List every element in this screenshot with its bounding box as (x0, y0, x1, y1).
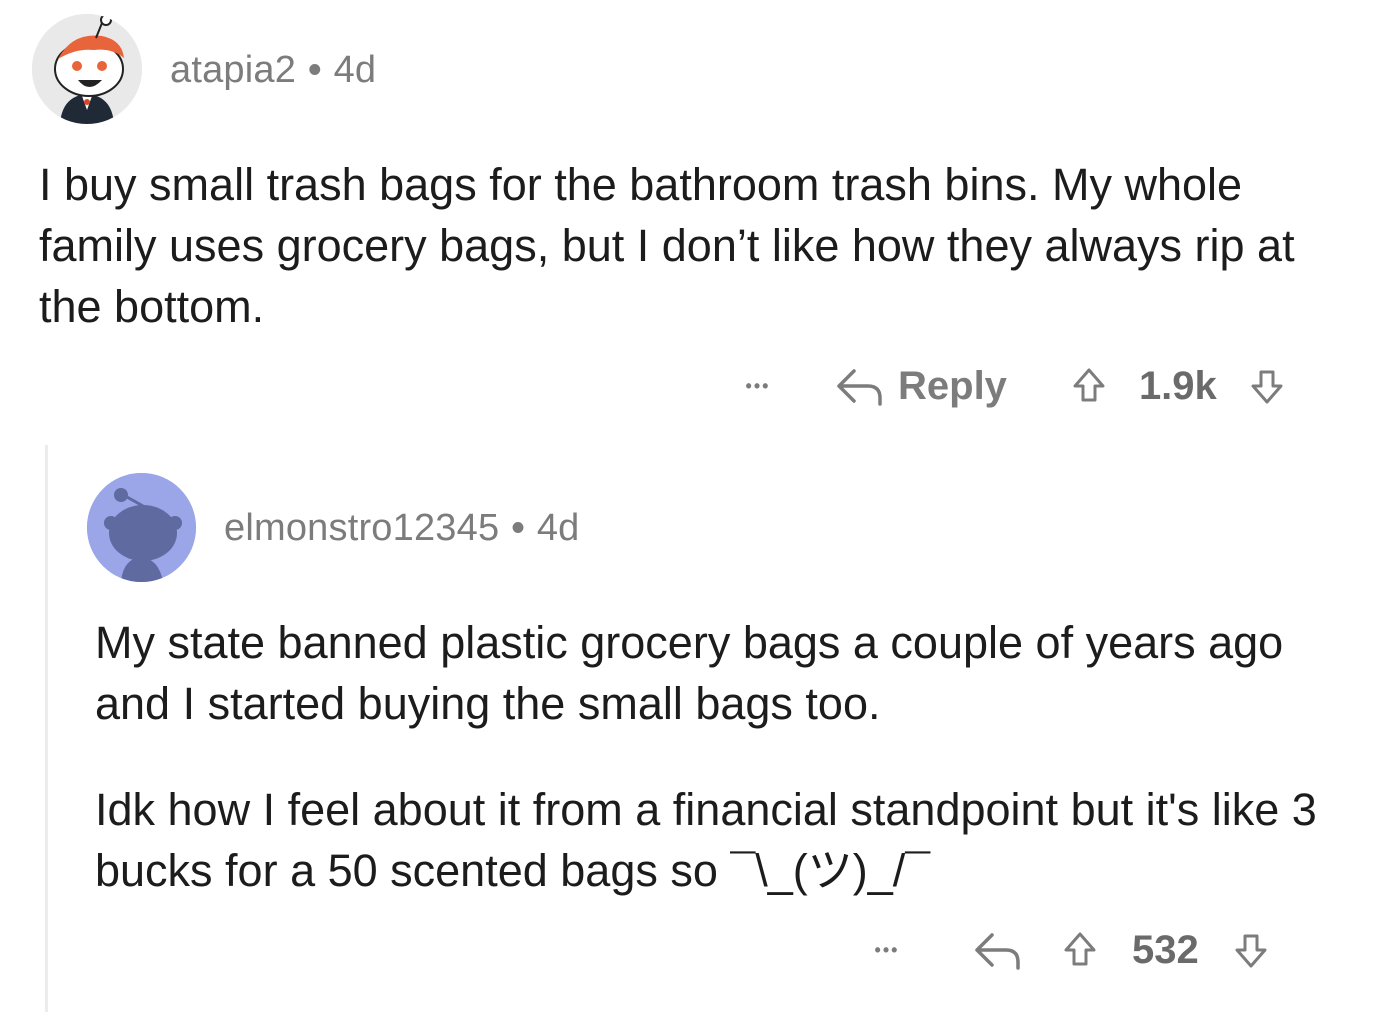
default-snoo-avatar-icon (87, 473, 196, 582)
more-options-icon: ••• (874, 939, 900, 960)
meta-separator: • (511, 507, 525, 549)
upvote-arrow-icon (1071, 366, 1107, 406)
reply-arrow-icon (972, 930, 1022, 970)
comment-meta: elmonstro12345 • 4d (224, 507, 580, 550)
username[interactable]: atapia2 (170, 49, 296, 91)
comment-paragraph: My state banned plastic grocery bags a c… (95, 617, 1284, 729)
snoo-avatar-icon (32, 14, 142, 124)
comment-age: 4d (536, 507, 580, 549)
more-options-button[interactable]: ••• (862, 940, 912, 961)
reply-button[interactable]: Reply (834, 364, 1007, 409)
downvote-button[interactable] (1249, 366, 1285, 406)
reply-button[interactable] (972, 930, 1022, 970)
reply-arrow-icon (834, 366, 884, 406)
vote-score: 1.9k (1138, 363, 1217, 408)
thread-collapse-line[interactable] (45, 445, 48, 1012)
upvote-button[interactable] (1071, 366, 1107, 406)
comment-body: My state banned plastic grocery bags a c… (95, 612, 1345, 901)
comment-body: I buy small trash bags for the bathroom … (39, 154, 1339, 337)
downvote-arrow-icon (1249, 366, 1285, 406)
user-avatar[interactable] (87, 473, 196, 582)
reply-label: Reply (898, 363, 1007, 408)
comment-meta: atapia2 • 4d (170, 49, 376, 92)
comment-age: 4d (333, 49, 377, 91)
comment-actions: ••• 532 (862, 922, 1269, 978)
vote-score: 532 (1132, 927, 1199, 972)
user-avatar[interactable] (32, 14, 142, 124)
meta-separator: • (308, 49, 322, 91)
username[interactable]: elmonstro12345 (224, 507, 499, 549)
more-options-icon: ••• (745, 375, 771, 396)
comment-paragraph: I buy small trash bags for the bathroom … (39, 159, 1295, 332)
upvote-arrow-icon (1062, 930, 1098, 970)
more-options-button[interactable]: ••• (728, 376, 788, 397)
upvote-button[interactable] (1062, 930, 1098, 970)
comment-paragraph: Idk how I feel about it from a financial… (95, 784, 1317, 896)
comment-actions: ••• Reply 1.9k (728, 358, 1285, 414)
downvote-button[interactable] (1233, 930, 1269, 970)
downvote-arrow-icon (1233, 930, 1269, 970)
